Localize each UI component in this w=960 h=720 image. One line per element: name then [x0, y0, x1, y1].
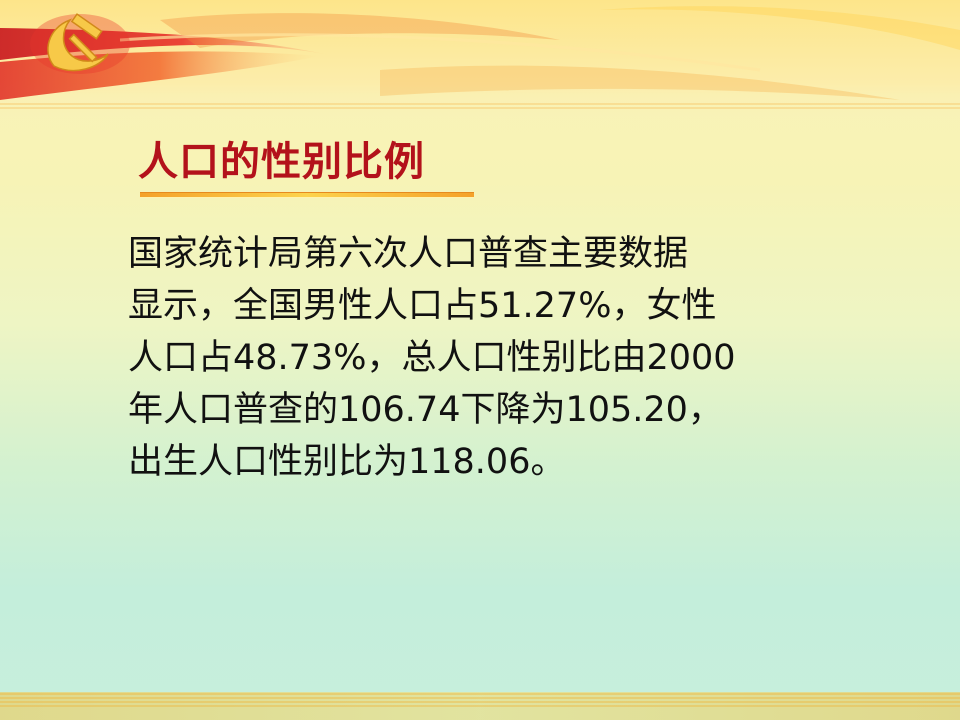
body-line-5: 出生人口性别比为118.06。 — [128, 442, 566, 482]
top-decorative-banner — [0, 0, 960, 120]
body-line-1: 国家统计局第六次人口普查主要数据 — [128, 234, 689, 274]
title-underline — [140, 192, 474, 198]
body-paragraph: 国家统计局第六次人口普查主要数据 显示，全国男性人口占51.27%，女性 人口占… — [128, 228, 828, 488]
body-line-2: 显示，全国男性人口占51.27%，女性 — [128, 286, 717, 326]
slide: 人口的性别比例 国家统计局第六次人口普查主要数据 显示，全国男性人口占51.27… — [0, 0, 960, 720]
slide-title: 人口的性别比例 — [138, 139, 425, 185]
hammer-and-sickle-emblem-icon — [30, 13, 130, 74]
body-line-4: 年人口普查的106.74下降为105.20， — [128, 390, 723, 430]
bottom-decorative-band — [0, 692, 960, 720]
body-line-3: 人口占48.73%，总人口性别比由2000 — [128, 338, 736, 378]
